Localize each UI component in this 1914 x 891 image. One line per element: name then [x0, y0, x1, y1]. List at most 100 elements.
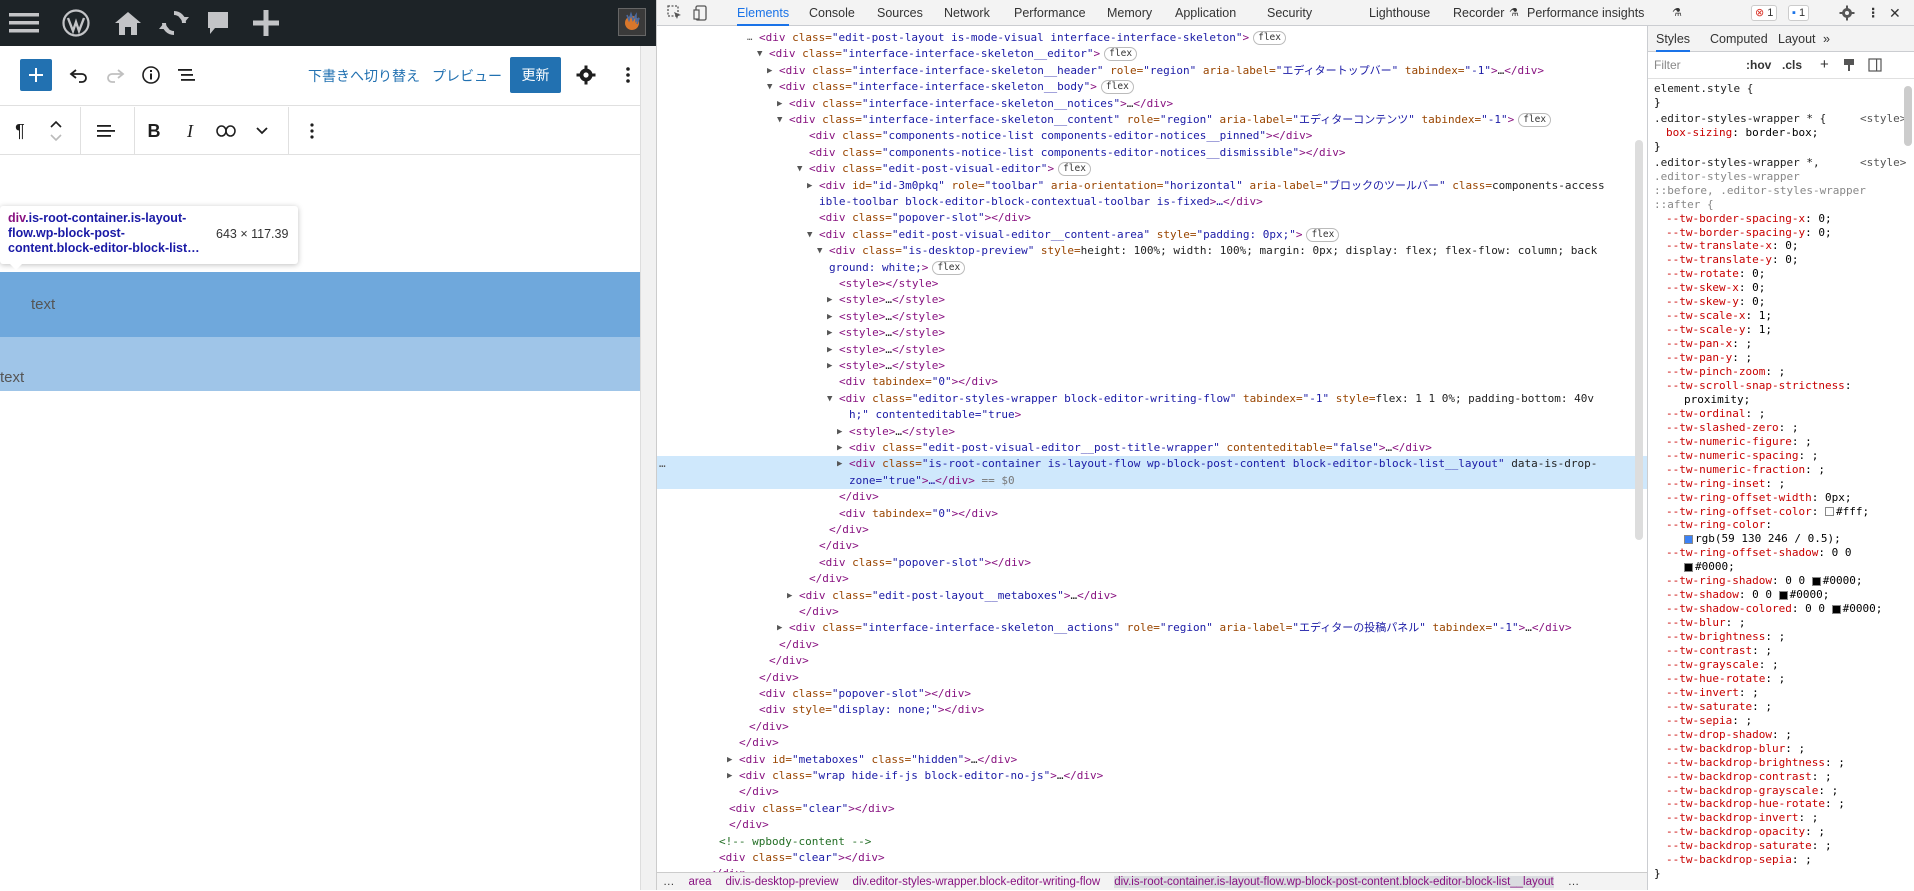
paragraph-block-1[interactable]: text: [31, 296, 55, 313]
link-icon[interactable]: [210, 115, 242, 147]
dom-node[interactable]: <div tabindex="0"></div>: [657, 374, 1647, 390]
dom-node[interactable]: </div>: [657, 670, 1647, 686]
hov-toggle[interactable]: :hov: [1746, 58, 1771, 72]
comments-icon[interactable]: [196, 0, 240, 46]
color-swatch[interactable]: [1831, 604, 1841, 614]
flex-badge[interactable]: flex: [1058, 162, 1091, 177]
devtools-menu-icon[interactable]: ⋮: [1867, 0, 1880, 26]
collapsed-triangle-icon[interactable]: ▶: [827, 342, 832, 358]
dom-node[interactable]: ▶ <div class="edit-post-visual-editor__po…: [657, 440, 1647, 456]
dom-node[interactable]: ▶ <style>…</style>: [657, 424, 1647, 440]
breadcrumb-item[interactable]: …: [663, 876, 675, 888]
tab-memory[interactable]: Memory: [1107, 0, 1152, 26]
new-content-plus-icon[interactable]: [244, 0, 288, 46]
collapsed-triangle-icon[interactable]: ▶: [827, 358, 832, 374]
breadcrumb-item[interactable]: …: [1568, 876, 1580, 888]
collapsed-triangle-icon[interactable]: ▶: [837, 424, 842, 440]
preview-link[interactable]: プレビュー: [432, 66, 502, 86]
breadcrumb-item[interactable]: div.is-desktop-preview: [726, 876, 839, 888]
color-swatch[interactable]: [1684, 562, 1693, 572]
dom-node[interactable]: </div>: [657, 784, 1647, 800]
breadcrumb-item[interactable]: area: [689, 876, 712, 888]
redo-icon[interactable]: [99, 59, 131, 91]
dom-node[interactable]: ▶ <div class="edit-post-layout__metaboxes…: [657, 588, 1647, 604]
dom-node[interactable]: ▶ <style>…</style>: [657, 292, 1647, 308]
info-icon[interactable]: [135, 59, 167, 91]
switch-to-draft-link[interactable]: 下書きへ切り替え: [308, 66, 420, 86]
dom-node[interactable]: ▶ <div id="metaboxes" class="hidden">…</d…: [657, 752, 1647, 768]
dom-node[interactable]: </div>: [657, 637, 1647, 653]
dom-node[interactable]: </div>: [657, 653, 1647, 669]
tab-layout[interactable]: Layout: [1778, 26, 1816, 52]
collapsed-triangle-icon[interactable]: ▶: [837, 456, 842, 472]
bold-icon[interactable]: B: [138, 115, 170, 147]
tab-console[interactable]: Console: [809, 0, 855, 26]
block-inserter-button[interactable]: [20, 59, 52, 91]
dom-node[interactable]: ▼ <div class="editor-styles-wrapper block…: [657, 391, 1647, 407]
tab-performance-insights[interactable]: Performance insights: [1515, 0, 1644, 26]
dom-node[interactable]: <style></style>: [657, 276, 1647, 292]
dom-node[interactable]: <div class="components-notice-list compo…: [657, 128, 1647, 144]
collapsed-triangle-icon[interactable]: ▶: [807, 178, 812, 194]
dom-node[interactable]: h;" contenteditable="true>: [657, 407, 1647, 423]
expanded-triangle-icon[interactable]: ▼: [757, 46, 762, 62]
color-swatch[interactable]: [1778, 590, 1788, 600]
element-state-icon[interactable]: [1842, 58, 1856, 75]
dom-node[interactable]: <div class="clear"></div>: [657, 850, 1647, 866]
flex-badge[interactable]: flex: [1100, 80, 1134, 95]
chevron-down-icon[interactable]: [246, 115, 278, 147]
flex-badge[interactable]: flex: [1518, 113, 1552, 127]
collapsed-triangle-icon[interactable]: ▶: [777, 96, 782, 112]
collapsed-triangle-icon[interactable]: ▶: [837, 440, 842, 456]
collapsed-triangle-icon[interactable]: ▶: [827, 309, 832, 325]
list-view-icon[interactable]: [171, 59, 203, 91]
dom-node[interactable]: ▶ <div class="interface-interface-skeleto…: [657, 63, 1647, 79]
dom-node[interactable]: </div>: [657, 604, 1647, 620]
dom-node[interactable]: </div>: [657, 522, 1647, 538]
dom-node[interactable]: <div tabindex="0"></div>: [657, 506, 1647, 522]
tab-styles[interactable]: Styles: [1656, 26, 1691, 52]
dom-node[interactable]: … <div class="edit-post-layout is-mode-vi…: [657, 30, 1647, 46]
tab-sources[interactable]: Sources: [877, 0, 923, 26]
expanded-triangle-icon[interactable]: ▼: [807, 227, 812, 243]
close-icon[interactable]: ✕: [1889, 0, 1901, 26]
expanded-triangle-icon[interactable]: ▼: [827, 391, 832, 407]
dom-node[interactable]: ▼ <div class="is-desktop-preview" style=h…: [657, 243, 1647, 259]
align-icon[interactable]: [90, 115, 122, 147]
flex-badge[interactable]: flex: [1253, 31, 1286, 45]
update-button[interactable]: 更新: [510, 57, 561, 93]
dom-node[interactable]: <div class="components-notice-list compo…: [657, 145, 1647, 161]
flex-badge[interactable]: flex: [1306, 227, 1340, 242]
undo-icon[interactable]: [63, 59, 95, 91]
filter-input[interactable]: Filter: [1654, 58, 1681, 72]
dom-node[interactable]: ▶ <style>…</style>: [657, 325, 1647, 341]
collapsed-triangle-icon[interactable]: ▶: [767, 63, 772, 79]
flex-badge[interactable]: flex: [1104, 47, 1138, 62]
paragraph-icon[interactable]: ¶: [4, 115, 36, 147]
tab-performance[interactable]: Performance: [1014, 0, 1086, 26]
tab-application[interactable]: Application: [1175, 0, 1236, 26]
collapsed-triangle-icon[interactable]: ▶: [827, 325, 832, 341]
dom-node[interactable]: ▼ <div class="edit-post-visual-editor"> fl…: [657, 161, 1647, 177]
dom-node[interactable]: <div class="popover-slot"></div>: [657, 555, 1647, 571]
dom-node[interactable]: ▶ <div class="interface-interface-skeleto…: [657, 620, 1647, 636]
dom-node[interactable]: ible-toolbar block-editor-block-contextu…: [657, 194, 1647, 210]
dom-node[interactable]: ▶ <div id="id-3m0pkq" role="toolbar" aria…: [657, 178, 1647, 194]
devtools-settings-gear-icon[interactable]: [1839, 0, 1855, 26]
breadcrumb-item-current[interactable]: div.is-root-container.is-layout-flow.wp-…: [1114, 876, 1554, 888]
collapsed-triangle-icon[interactable]: ▶: [777, 620, 782, 636]
dom-node[interactable]: ▶ <div class="interface-interface-skeleto…: [657, 96, 1647, 112]
settings-gear-icon[interactable]: [570, 59, 602, 91]
dom-node[interactable]: </div>: [657, 817, 1647, 833]
tab-security[interactable]: Security: [1267, 0, 1312, 26]
dom-node-selected[interactable]: zone="true">…</div> == $0: [657, 472, 1647, 490]
color-swatch[interactable]: [1811, 576, 1821, 586]
error-badge[interactable]: ⊗ 1: [1751, 5, 1778, 21]
inspect-element-icon[interactable]: [667, 0, 687, 26]
breadcrumb-item[interactable]: div.editor-styles-wrapper.block-editor-w…: [852, 876, 1100, 888]
cls-toggle[interactable]: .cls: [1782, 58, 1802, 72]
dom-node[interactable]: </div>: [657, 571, 1647, 587]
paragraph-block-2[interactable]: text: [0, 369, 24, 386]
wordpress-logo-icon[interactable]: [54, 0, 98, 46]
tab-recorder[interactable]: Recorder: [1453, 0, 1504, 26]
